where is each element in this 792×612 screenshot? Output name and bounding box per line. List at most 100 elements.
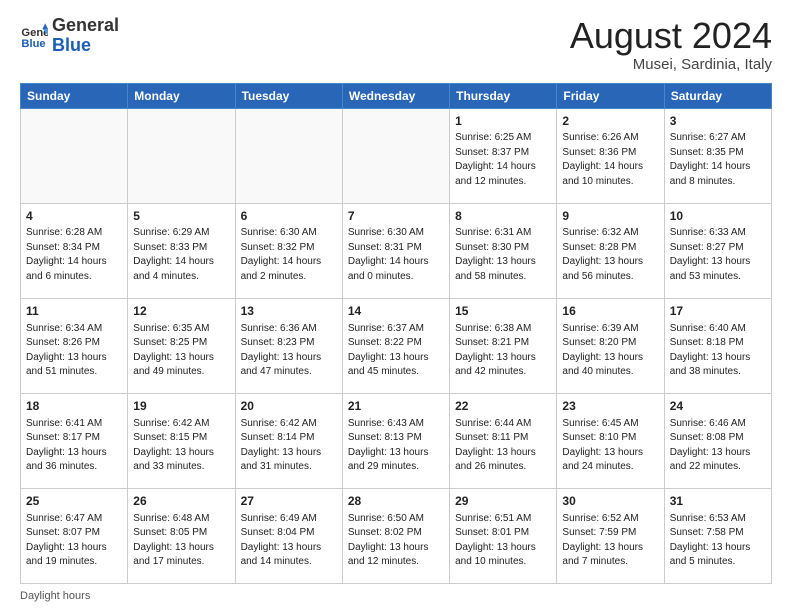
calendar-cell: 18 Sunrise: 6:41 AM Sunset: 8:17 PM Dayli… — [21, 393, 128, 488]
header: General Blue General Blue August 2024 Mu… — [20, 16, 772, 73]
calendar-cell — [21, 108, 128, 203]
calendar-cell: 11 Sunrise: 6:34 AM Sunset: 8:26 PM Dayli… — [21, 298, 128, 393]
day-number: 4 — [26, 208, 122, 225]
day-info: Sunrise: 6:39 AM Sunset: 8:20 PM Dayligh… — [562, 322, 658, 380]
day-info: Sunrise: 6:42 AM Sunset: 8:15 PM Dayligh… — [133, 417, 229, 475]
logo-icon: General Blue — [20, 22, 48, 50]
day-info: Sunrise: 6:27 AM Sunset: 8:35 PM Dayligh… — [670, 131, 766, 189]
day-number: 11 — [26, 303, 122, 320]
calendar-cell: 13 Sunrise: 6:36 AM Sunset: 8:23 PM Dayli… — [235, 298, 342, 393]
day-header-sunday: Sunday — [21, 83, 128, 108]
calendar-table: SundayMondayTuesdayWednesdayThursdayFrid… — [20, 83, 772, 584]
day-info: Sunrise: 6:44 AM Sunset: 8:11 PM Dayligh… — [455, 417, 551, 475]
logo: General Blue General Blue — [20, 16, 119, 56]
day-number: 2 — [562, 113, 658, 130]
day-number: 14 — [348, 303, 444, 320]
calendar-cell: 14 Sunrise: 6:37 AM Sunset: 8:22 PM Dayli… — [342, 298, 449, 393]
calendar-cell: 1Sunrise: 6:25 AM Sunset: 8:37 PM Daylig… — [450, 108, 557, 203]
calendar-cell: 16 Sunrise: 6:39 AM Sunset: 8:20 PM Dayli… — [557, 298, 664, 393]
calendar-cell: 28Sunrise: 6:50 AM Sunset: 8:02 PM Dayli… — [342, 488, 449, 583]
day-number: 28 — [348, 493, 444, 510]
day-number: 13 — [241, 303, 337, 320]
calendar-cell: 7Sunrise: 6:30 AM Sunset: 8:31 PM Daylig… — [342, 203, 449, 298]
calendar-cell — [128, 108, 235, 203]
calendar-cell: 17 Sunrise: 6:40 AM Sunset: 8:18 PM Dayli… — [664, 298, 771, 393]
day-number: 22 — [455, 398, 551, 415]
day-number: 3 — [670, 113, 766, 130]
day-header-tuesday: Tuesday — [235, 83, 342, 108]
day-number: 15 — [455, 303, 551, 320]
day-info: Sunrise: 6:45 AM Sunset: 8:10 PM Dayligh… — [562, 417, 658, 475]
day-info: Sunrise: 6:51 AM Sunset: 8:01 PM Dayligh… — [455, 512, 551, 570]
day-info: Sunrise: 6:41 AM Sunset: 8:17 PM Dayligh… — [26, 417, 122, 475]
calendar-cell — [235, 108, 342, 203]
day-info: Sunrise: 6:30 AM Sunset: 8:31 PM Dayligh… — [348, 226, 444, 284]
calendar-cell: 27 Sunrise: 6:49 AM Sunset: 8:04 PM Dayli… — [235, 488, 342, 583]
calendar-cell: 6Sunrise: 6:30 AM Sunset: 8:32 PM Daylig… — [235, 203, 342, 298]
calendar-cell: 9Sunrise: 6:32 AM Sunset: 8:28 PM Daylig… — [557, 203, 664, 298]
day-number: 5 — [133, 208, 229, 225]
day-header-friday: Friday — [557, 83, 664, 108]
day-number: 6 — [241, 208, 337, 225]
calendar-cell: 30Sunrise: 6:52 AM Sunset: 7:59 PM Dayli… — [557, 488, 664, 583]
day-number: 12 — [133, 303, 229, 320]
calendar-cell: 10Sunrise: 6:33 AM Sunset: 8:27 PM Dayli… — [664, 203, 771, 298]
day-number: 25 — [26, 493, 122, 510]
day-number: 24 — [670, 398, 766, 415]
calendar-cell: 2Sunrise: 6:26 AM Sunset: 8:36 PM Daylig… — [557, 108, 664, 203]
day-number: 16 — [562, 303, 658, 320]
day-info: Sunrise: 6:47 AM Sunset: 8:07 PM Dayligh… — [26, 512, 122, 570]
day-number: 8 — [455, 208, 551, 225]
svg-text:Blue: Blue — [21, 38, 45, 50]
calendar-title: August 2024 — [570, 16, 772, 56]
day-header-saturday: Saturday — [664, 83, 771, 108]
day-info: Sunrise: 6:43 AM Sunset: 8:13 PM Dayligh… — [348, 417, 444, 475]
day-info: Sunrise: 6:37 AM Sunset: 8:22 PM Dayligh… — [348, 322, 444, 380]
day-number: 18 — [26, 398, 122, 415]
day-number: 29 — [455, 493, 551, 510]
day-info: Sunrise: 6:52 AM Sunset: 7:59 PM Dayligh… — [562, 512, 658, 570]
calendar-cell: 26 Sunrise: 6:48 AM Sunset: 8:05 PM Dayli… — [128, 488, 235, 583]
calendar-cell: 22 Sunrise: 6:44 AM Sunset: 8:11 PM Dayli… — [450, 393, 557, 488]
calendar-cell: 15 Sunrise: 6:38 AM Sunset: 8:21 PM Dayli… — [450, 298, 557, 393]
day-number: 7 — [348, 208, 444, 225]
day-info: Sunrise: 6:49 AM Sunset: 8:04 PM Dayligh… — [241, 512, 337, 570]
day-info: Sunrise: 6:48 AM Sunset: 8:05 PM Dayligh… — [133, 512, 229, 570]
calendar-cell: 20Sunrise: 6:42 AM Sunset: 8:14 PM Dayli… — [235, 393, 342, 488]
day-info: Sunrise: 6:28 AM Sunset: 8:34 PM Dayligh… — [26, 226, 122, 284]
day-info: Sunrise: 6:40 AM Sunset: 8:18 PM Dayligh… — [670, 322, 766, 380]
day-number: 17 — [670, 303, 766, 320]
calendar-subtitle: Musei, Sardinia, Italy — [570, 56, 772, 73]
day-number: 27 — [241, 493, 337, 510]
calendar-cell: 8Sunrise: 6:31 AM Sunset: 8:30 PM Daylig… — [450, 203, 557, 298]
day-number: 31 — [670, 493, 766, 510]
day-info: Sunrise: 6:36 AM Sunset: 8:23 PM Dayligh… — [241, 322, 337, 380]
title-block: August 2024 Musei, Sardinia, Italy — [570, 16, 772, 73]
day-info: Sunrise: 6:29 AM Sunset: 8:33 PM Dayligh… — [133, 226, 229, 284]
logo-general-text: General — [52, 15, 119, 35]
calendar-cell: 4Sunrise: 6:28 AM Sunset: 8:34 PM Daylig… — [21, 203, 128, 298]
calendar-cell: 3Sunrise: 6:27 AM Sunset: 8:35 PM Daylig… — [664, 108, 771, 203]
calendar-cell: 12 Sunrise: 6:35 AM Sunset: 8:25 PM Dayli… — [128, 298, 235, 393]
day-info: Sunrise: 6:26 AM Sunset: 8:36 PM Dayligh… — [562, 131, 658, 189]
calendar-cell: 5Sunrise: 6:29 AM Sunset: 8:33 PM Daylig… — [128, 203, 235, 298]
day-number: 1 — [455, 113, 551, 130]
day-info: Sunrise: 6:30 AM Sunset: 8:32 PM Dayligh… — [241, 226, 337, 284]
day-info: Sunrise: 6:32 AM Sunset: 8:28 PM Dayligh… — [562, 226, 658, 284]
day-info: Sunrise: 6:25 AM Sunset: 8:37 PM Dayligh… — [455, 131, 551, 189]
day-number: 23 — [562, 398, 658, 415]
day-info: Sunrise: 6:33 AM Sunset: 8:27 PM Dayligh… — [670, 226, 766, 284]
day-number: 21 — [348, 398, 444, 415]
calendar-cell: 21 Sunrise: 6:43 AM Sunset: 8:13 PM Dayli… — [342, 393, 449, 488]
calendar-cell: 25 Sunrise: 6:47 AM Sunset: 8:07 PM Dayli… — [21, 488, 128, 583]
calendar-cell: 19Sunrise: 6:42 AM Sunset: 8:15 PM Dayli… — [128, 393, 235, 488]
day-header-wednesday: Wednesday — [342, 83, 449, 108]
day-header-monday: Monday — [128, 83, 235, 108]
day-number: 26 — [133, 493, 229, 510]
calendar-cell — [342, 108, 449, 203]
day-info: Sunrise: 6:34 AM Sunset: 8:26 PM Dayligh… — [26, 322, 122, 380]
day-info: Sunrise: 6:38 AM Sunset: 8:21 PM Dayligh… — [455, 322, 551, 380]
logo-blue-text: Blue — [52, 35, 91, 55]
day-info: Sunrise: 6:35 AM Sunset: 8:25 PM Dayligh… — [133, 322, 229, 380]
day-info: Sunrise: 6:42 AM Sunset: 8:14 PM Dayligh… — [241, 417, 337, 475]
